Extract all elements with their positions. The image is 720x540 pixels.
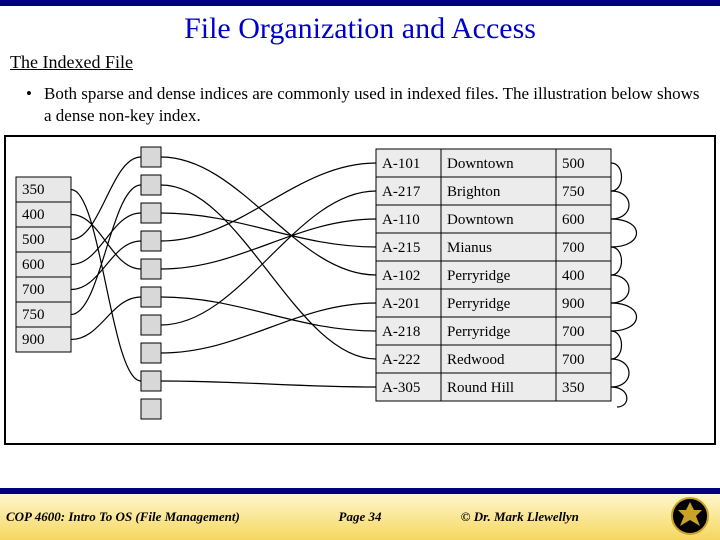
svg-text:700: 700 (562, 324, 585, 340)
svg-text:700: 700 (562, 240, 585, 256)
svg-text:Downtown: Downtown (447, 212, 514, 228)
footer-course: COP 4600: Intro To OS (File Management) (6, 509, 240, 525)
indexed-file-diagram: 350 400 500 600 700 750 900 A-101 Downtown 500 A-2… (6, 137, 714, 443)
svg-text:Perryridge: Perryridge (447, 268, 511, 284)
svg-text:600: 600 (562, 212, 585, 228)
svg-text:A-215: A-215 (382, 240, 420, 256)
bullet-text: Both sparse and dense indices are common… (26, 83, 706, 127)
svg-text:350: 350 (562, 380, 585, 396)
svg-text:A-102: A-102 (382, 268, 420, 284)
svg-text:Redwood: Redwood (447, 352, 505, 368)
slide-subtitle: The Indexed File (10, 52, 720, 73)
svg-text:A-101: A-101 (382, 156, 420, 172)
footer-credit: © Dr. Mark Llewellyn (461, 509, 579, 525)
svg-text:A-201: A-201 (382, 296, 420, 312)
footer-strip: COP 4600: Intro To OS (File Management) … (0, 494, 720, 540)
svg-text:400: 400 (562, 268, 585, 284)
svg-text:Brighton: Brighton (447, 184, 501, 200)
svg-text:500: 500 (22, 232, 45, 248)
svg-text:500: 500 (562, 156, 585, 172)
ucf-logo-icon (670, 496, 710, 536)
footer: COP 4600: Intro To OS (File Management) … (0, 488, 720, 540)
svg-text:Mianus: Mianus (447, 240, 492, 256)
svg-text:400: 400 (22, 207, 45, 223)
svg-text:900: 900 (22, 332, 45, 348)
svg-text:A-305: A-305 (382, 380, 420, 396)
svg-text:700: 700 (562, 352, 585, 368)
svg-text:Perryridge: Perryridge (447, 296, 511, 312)
svg-text:600: 600 (22, 257, 45, 273)
svg-text:Perryridge: Perryridge (447, 324, 511, 340)
svg-text:700: 700 (22, 282, 45, 298)
slide-title: File Organization and Access (0, 12, 720, 46)
svg-text:A-218: A-218 (382, 324, 420, 340)
diagram-frame: 350 400 500 600 700 750 900 A-101 Downtown 500 A-2… (4, 135, 716, 445)
svg-text:750: 750 (22, 307, 45, 323)
svg-text:350: 350 (22, 182, 45, 198)
svg-text:A-222: A-222 (382, 352, 420, 368)
svg-text:A-110: A-110 (382, 212, 420, 228)
top-accent-bar (0, 0, 720, 6)
footer-page: Page 34 (339, 509, 382, 525)
svg-text:Round Hill: Round Hill (447, 380, 514, 396)
svg-text:Downtown: Downtown (447, 156, 514, 172)
svg-text:900: 900 (562, 296, 585, 312)
svg-text:750: 750 (562, 184, 585, 200)
svg-text:A-217: A-217 (382, 184, 421, 200)
